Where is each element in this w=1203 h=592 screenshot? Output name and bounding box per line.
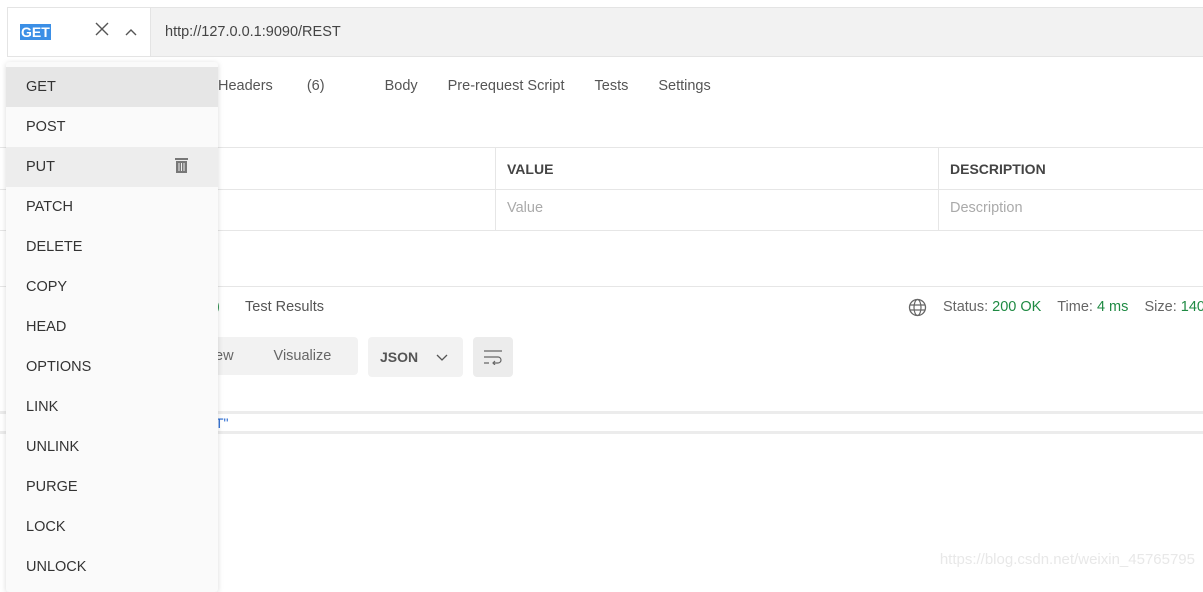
chevron-down-icon — [436, 349, 448, 365]
divider — [495, 147, 496, 231]
tab-settings[interactable]: Settings — [658, 78, 710, 94]
menu-item-copy[interactable]: COPY — [6, 267, 218, 307]
menu-item-label: LOCK — [26, 519, 66, 535]
menu-item-label: UNLOCK — [26, 559, 87, 575]
menu-item-label: GET — [26, 79, 56, 95]
menu-item-unlock[interactable]: UNLOCK — [6, 547, 218, 587]
time-value: 4 ms — [1096, 299, 1129, 315]
tab-test-results[interactable]: Test Results — [245, 299, 324, 315]
menu-item-label: HEAD — [26, 319, 67, 335]
menu-item-delete[interactable]: DELETE — [6, 227, 218, 267]
response-meta: Status: 200 OK Time: 4 ms Size: 140 — [943, 299, 1203, 315]
size-value: 140 — [1180, 299, 1203, 315]
visualize-tab[interactable]: Visualize — [274, 348, 332, 364]
wrap-icon — [484, 350, 502, 365]
tab-headers[interactable]: Headers (6) — [218, 78, 355, 94]
clear-icon[interactable] — [94, 21, 110, 41]
request-tabs: Headers (6) Body Pre-request Script Test… — [218, 78, 741, 94]
menu-item-get[interactable]: GET — [6, 67, 218, 107]
menu-item-label: PUT — [26, 159, 55, 175]
value-input[interactable]: Value — [507, 200, 543, 216]
chevron-up-icon[interactable] — [125, 24, 137, 40]
menu-item-label: DELETE — [26, 239, 83, 255]
description-input[interactable]: Description — [950, 200, 1023, 216]
divider — [938, 147, 939, 231]
watermark: https://blog.csdn.net/weixin_45765795 — [939, 551, 1195, 568]
format-select[interactable]: JSON — [368, 337, 463, 377]
menu-item-options[interactable]: OPTIONS — [6, 347, 218, 387]
menu-item-label: LINK — [26, 399, 59, 415]
menu-item-post[interactable]: POST — [6, 107, 218, 147]
wrap-lines-button[interactable] — [473, 337, 513, 377]
tab-body[interactable]: Body — [385, 78, 418, 94]
menu-item-label: PATCH — [26, 199, 73, 215]
menu-item-label: OPTIONS — [26, 359, 92, 375]
globe-icon[interactable] — [908, 298, 927, 321]
column-header-description: DESCRIPTION — [950, 161, 1046, 177]
menu-item-link[interactable]: LINK — [6, 387, 218, 427]
tab-pre-request-script[interactable]: Pre-request Script — [448, 78, 565, 94]
format-label: JSON — [380, 349, 419, 365]
column-header-value: VALUE — [507, 161, 554, 177]
method-dropdown-menu: GET POST PUT PATCH DELETE COPY HEAD OPTIONS LINK… — [6, 62, 218, 592]
menu-item-label: UNLINK — [26, 439, 80, 455]
menu-item-lock[interactable]: LOCK — [6, 507, 218, 547]
trash-icon[interactable] — [175, 157, 188, 177]
menu-item-label: COPY — [26, 279, 68, 295]
menu-item-patch[interactable]: PATCH — [6, 187, 218, 227]
method-input[interactable]: GET — [20, 24, 51, 40]
menu-item-label: POST — [26, 119, 66, 135]
status-value: 200 OK — [992, 299, 1042, 315]
menu-item-purge[interactable]: PURGE — [6, 467, 218, 507]
menu-item-head[interactable]: HEAD — [6, 307, 218, 347]
tab-tests[interactable]: Tests — [595, 78, 629, 94]
url-text: http://127.0.0.1:9090/REST — [165, 24, 341, 40]
url-input[interactable]: http://127.0.0.1:9090/REST — [151, 8, 1203, 56]
menu-item-unlink[interactable]: UNLINK — [6, 427, 218, 467]
menu-item-put[interactable]: PUT — [6, 147, 218, 187]
method-select[interactable]: GET — [8, 8, 151, 56]
menu-item-label: PURGE — [26, 479, 78, 495]
request-bar: GET http://127.0.0.1:9090/REST — [7, 7, 1203, 57]
